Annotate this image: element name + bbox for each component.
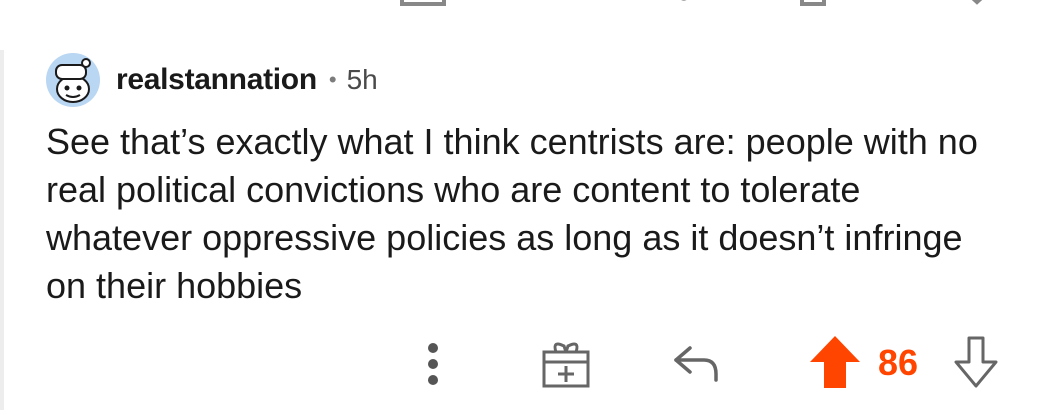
reply-icon[interactable]: [668, 340, 724, 384]
snoo-avatar-icon[interactable]: [46, 53, 100, 107]
comment-age: 5h: [346, 64, 378, 95]
gift-icon[interactable]: [536, 336, 596, 390]
comment-body: See that’s exactly what I think centrist…: [46, 121, 978, 306]
reply-icon[interactable]: [670, 0, 690, 6]
previous-comment-actions: [0, 0, 1043, 14]
comment-header: realstannation • 5h: [46, 50, 1006, 110]
gift-icon[interactable]: [396, 0, 450, 6]
username-link[interactable]: realstannation: [116, 63, 317, 97]
meta-separator: •: [328, 67, 337, 92]
downvote-icon[interactable]: [962, 0, 992, 6]
more-vertical-icon[interactable]: [418, 338, 448, 390]
vote-score: 86: [878, 342, 919, 383]
upvote-icon[interactable]: [808, 334, 862, 390]
comment-actions: 86: [0, 334, 1043, 394]
upvote-icon[interactable]: [798, 0, 828, 6]
downvote-icon[interactable]: [952, 334, 1000, 390]
comment: realstannation • 5h See that’s exactly w…: [46, 50, 1006, 310]
